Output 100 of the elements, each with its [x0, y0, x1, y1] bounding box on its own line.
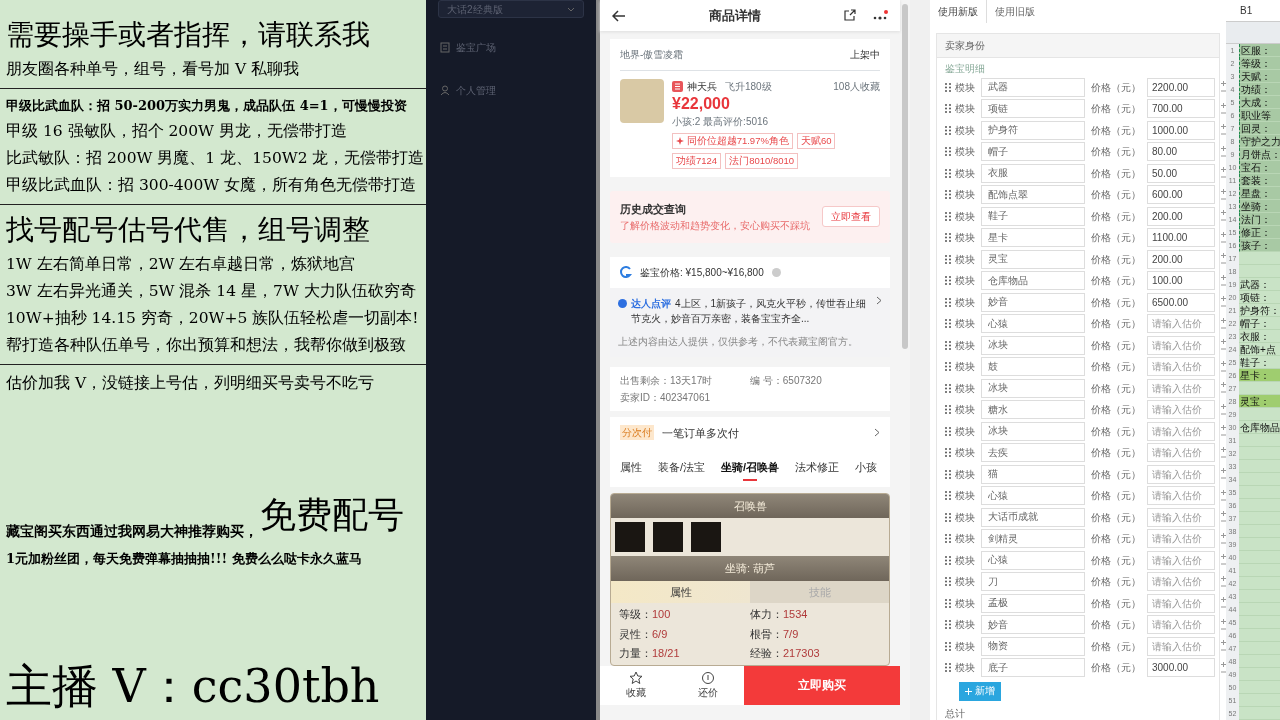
name-field[interactable]: 配饰点翠	[981, 185, 1085, 204]
price-field[interactable]: 600.00	[1147, 185, 1215, 204]
sheet-cell[interactable]	[1239, 499, 1280, 512]
drag-handle[interactable]: 模块	[945, 122, 975, 138]
sheet-cell[interactable]: 天赋：	[1239, 70, 1280, 83]
bottom-action[interactable]: 还价	[672, 665, 744, 705]
name-field[interactable]: 大话币成就	[981, 507, 1085, 527]
price-field[interactable]: 80.00	[1147, 142, 1215, 161]
sheet-cell[interactable]	[1239, 655, 1280, 668]
sheet-cell[interactable]	[1239, 564, 1280, 577]
drag-handle[interactable]: 模块	[945, 488, 975, 503]
sheet-cell[interactable]	[1239, 590, 1280, 603]
price-field[interactable]: 2200.00	[1147, 77, 1215, 97]
sheet-cell[interactable]: 职业等	[1239, 109, 1280, 122]
pet-thumbnail[interactable]	[691, 522, 721, 553]
price-field[interactable]: 请输入估价	[1147, 636, 1215, 656]
price-field[interactable]: 请输入估价	[1147, 464, 1215, 484]
sheet-cell[interactable]	[1239, 616, 1280, 629]
sheet-cell[interactable]: 法门：	[1239, 213, 1280, 226]
buy-button[interactable]: 立即购买	[744, 665, 900, 705]
drag-handle[interactable]: 模块	[945, 617, 975, 632]
sheet-cell[interactable]: 月饼点：	[1239, 148, 1280, 161]
drag-handle[interactable]: 模块	[945, 337, 975, 353]
name-field[interactable]: 护身符	[981, 120, 1085, 140]
name-field[interactable]: 心猿	[981, 314, 1085, 333]
price-field[interactable]: 请输入估价	[1147, 314, 1215, 333]
sheet-cell[interactable]: 灵宝：	[1239, 395, 1280, 408]
sheet-cell[interactable]	[1239, 577, 1280, 590]
sheet-cell[interactable]: 项链：	[1239, 291, 1280, 304]
price-field[interactable]: 请输入估价	[1147, 615, 1215, 634]
drag-handle[interactable]: 模块	[945, 380, 975, 396]
price-field[interactable]: 3000.00	[1147, 658, 1215, 677]
price-field[interactable]: 6500.00	[1147, 292, 1215, 312]
drag-handle[interactable]: 模块	[945, 316, 975, 331]
price-field[interactable]: 请输入估价	[1147, 550, 1215, 570]
pet-thumbnail[interactable]	[615, 522, 645, 553]
drag-handle[interactable]: 模块	[945, 574, 975, 589]
sheet-cell[interactable]	[1239, 525, 1280, 538]
price-field[interactable]: 1100.00	[1147, 228, 1215, 247]
sheet-cell[interactable]	[1239, 551, 1280, 564]
name-field[interactable]: 仓库物品	[981, 271, 1085, 290]
name-field[interactable]: 妙音	[981, 615, 1085, 634]
sheet-cell[interactable]: 修正：	[1239, 226, 1280, 239]
drag-handle[interactable]: 模块	[945, 273, 975, 288]
sheet-cell[interactable]	[1239, 252, 1280, 265]
sheet-cell[interactable]	[1239, 434, 1280, 447]
price-field[interactable]: 请输入估价	[1147, 400, 1215, 419]
name-field[interactable]: 冰块	[981, 421, 1085, 441]
drag-handle[interactable]: 模块	[945, 509, 975, 525]
pet-thumbnail[interactable]	[653, 522, 683, 553]
sheet-cell[interactable]: 鞋子：	[1239, 356, 1280, 369]
detail-tab[interactable]: 属性	[620, 455, 642, 487]
drag-handle[interactable]: 模块	[945, 660, 975, 675]
installment-row[interactable]: 分次付 一笔订单多次付	[610, 416, 890, 450]
drag-handle[interactable]: 模块	[945, 466, 975, 482]
name-field[interactable]: 去疾	[981, 443, 1085, 462]
sheet-cell[interactable]: 衣服：	[1239, 330, 1280, 343]
sheet-cell[interactable]	[1239, 538, 1280, 551]
sheet-cell[interactable]: 星卡：	[1239, 369, 1280, 382]
detail-tab[interactable]: 法术修正	[795, 455, 840, 487]
name-field[interactable]: 鞋子	[981, 206, 1085, 226]
price-field[interactable]: 700.00	[1147, 99, 1215, 118]
sheet-cell[interactable]: 功绩：	[1239, 83, 1280, 96]
scrollbar[interactable]	[902, 4, 908, 349]
sheet-cell[interactable]: 等级：	[1239, 57, 1280, 70]
sheet-cell[interactable]	[1239, 512, 1280, 525]
sheet-cell[interactable]	[1239, 642, 1280, 655]
sheet-cell[interactable]	[1239, 408, 1280, 421]
sheet-cell[interactable]	[1239, 460, 1280, 473]
name-field[interactable]: 物资	[981, 636, 1085, 656]
sheet-cell[interactable]	[1239, 447, 1280, 460]
price-field[interactable]: 200.00	[1147, 206, 1215, 226]
drag-handle[interactable]: 模块	[945, 251, 975, 267]
price-field[interactable]: 请输入估价	[1147, 529, 1215, 548]
price-field[interactable]: 50.00	[1147, 163, 1215, 183]
sheet-cell[interactable]	[1239, 603, 1280, 616]
detail-tab[interactable]: 坐骑/召唤兽	[721, 455, 780, 487]
price-field[interactable]: 请输入估价	[1147, 507, 1215, 527]
drag-handle[interactable]: 模块	[945, 230, 975, 245]
sheet-cell[interactable]	[1239, 629, 1280, 642]
name-field[interactable]: 鼓	[981, 357, 1085, 376]
drag-handle[interactable]: 模块	[945, 531, 975, 546]
sheet-cell[interactable]	[1239, 265, 1280, 278]
drag-handle[interactable]: 模块	[945, 445, 975, 460]
sheet-cell[interactable]	[1239, 694, 1280, 707]
name-field[interactable]: 糖水	[981, 400, 1085, 419]
price-field[interactable]: 请输入估价	[1147, 486, 1215, 505]
drag-handle[interactable]: 模块	[945, 595, 975, 611]
detail-tab[interactable]: 小孩	[855, 455, 878, 487]
name-field[interactable]: 项链	[981, 99, 1085, 118]
name-field[interactable]: 帽子	[981, 142, 1085, 161]
drag-handle[interactable]: 模块	[945, 101, 975, 116]
name-field[interactable]: 心猿	[981, 550, 1085, 570]
attribute-tab[interactable]: 属性	[611, 580, 750, 604]
sheet-cell[interactable]	[1239, 668, 1280, 681]
name-field[interactable]: 刀	[981, 572, 1085, 591]
sheet-cell[interactable]	[1239, 382, 1280, 395]
bottom-action[interactable]: 收藏	[600, 665, 672, 705]
name-field[interactable]: 武器	[981, 77, 1085, 97]
sheet-cell[interactable]	[1239, 473, 1280, 486]
